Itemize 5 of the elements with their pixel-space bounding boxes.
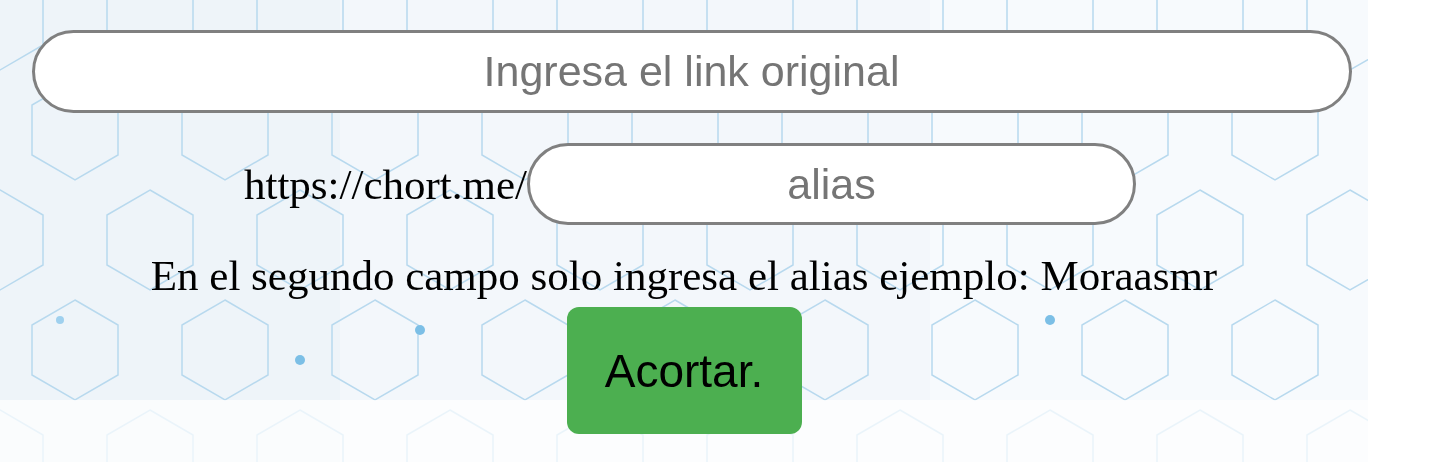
shorten-button[interactable]: Acortar.: [566, 307, 802, 434]
hint-text: En el segundo campo solo ingresa el alias ejemplo: Moraasmr: [150, 251, 1218, 301]
url-prefix-label: https://chort.me/: [243, 159, 528, 209]
alias-input-field[interactable]: alias: [527, 143, 1137, 225]
url-input-field[interactable]: Ingresa el link original: [31, 30, 1352, 113]
